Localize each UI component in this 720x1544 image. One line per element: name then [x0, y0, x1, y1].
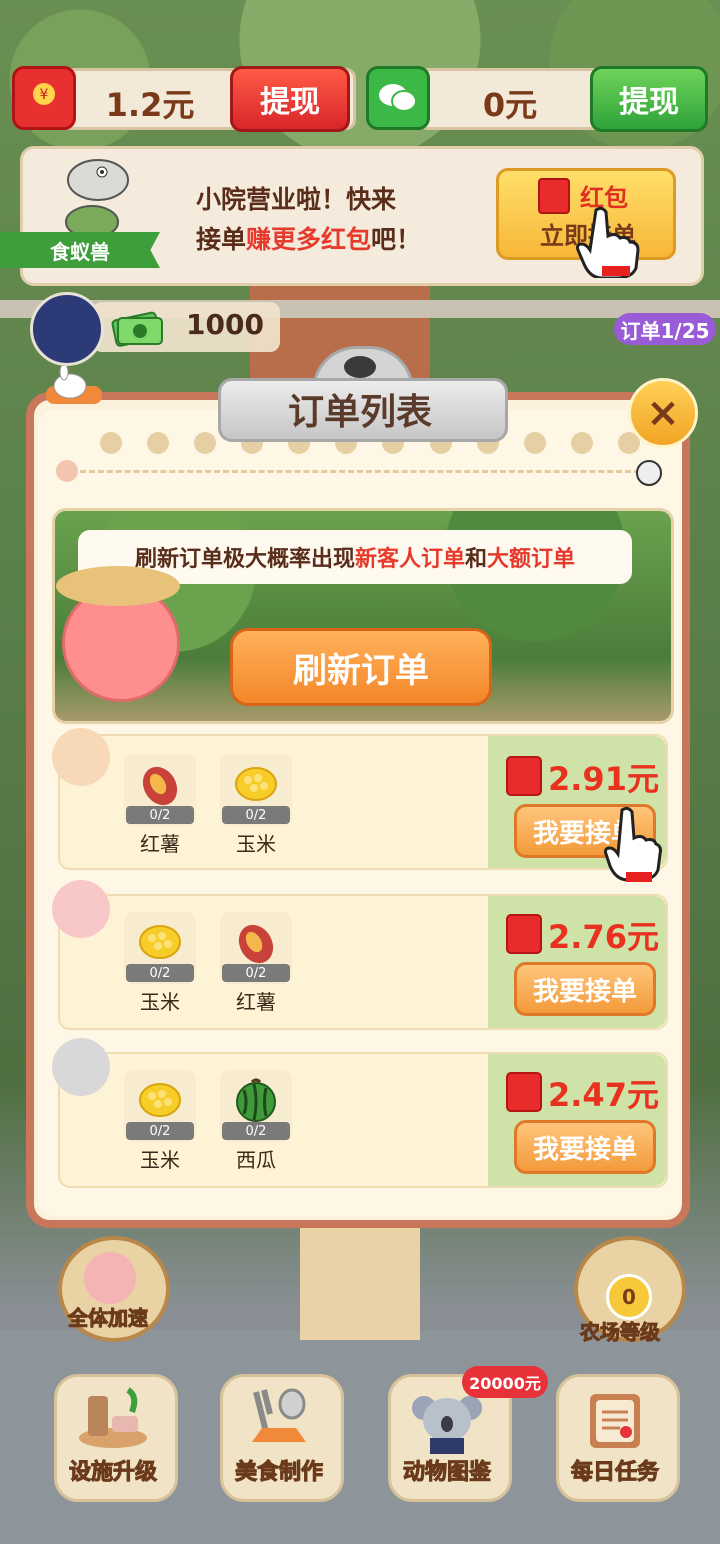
- panel-divider: [80, 470, 640, 473]
- nav-label: 美食制作: [234, 1460, 323, 1486]
- nav-label: 设施升级: [68, 1460, 157, 1486]
- close-icon: ×: [646, 390, 680, 436]
- redpack-withdraw-button[interactable]: 提现: [230, 66, 350, 132]
- accept-order-button[interactable]: 我要接单: [514, 962, 656, 1016]
- item-name: 玉米: [236, 832, 276, 856]
- panel-title: 订单列表: [287, 392, 432, 433]
- item-count: 0/2: [222, 1122, 290, 1140]
- farm-level-value: 0: [606, 1274, 652, 1320]
- path: [300, 1220, 420, 1340]
- redpack-icon: [506, 756, 542, 796]
- chair-icon: [76, 1386, 150, 1450]
- cash-icon: [110, 306, 164, 348]
- item-name: 玉米: [140, 990, 180, 1014]
- item-count: 0/2: [126, 806, 194, 824]
- redpack-icon: ¥: [12, 66, 76, 130]
- svg-text:¥: ¥: [40, 87, 49, 103]
- accept-order-button[interactable]: 我要接单: [514, 1120, 656, 1174]
- wechat-amount: 0元: [482, 86, 538, 124]
- item-count: 0/2: [126, 964, 194, 982]
- pointer-hand-icon: [574, 206, 640, 280]
- redpack-icon: [538, 178, 570, 214]
- close-button[interactable]: ×: [628, 378, 698, 448]
- speed-all-label: 全体加速: [68, 1306, 149, 1331]
- watermelon-icon: [232, 1076, 280, 1124]
- pointer-hand-icon: [604, 806, 662, 884]
- order-reward: 2.47元: [548, 1076, 659, 1114]
- coin-amount: 1000: [186, 308, 264, 341]
- rabbit-icon: [40, 363, 106, 406]
- corn-icon: [136, 918, 184, 966]
- order-reward: 2.91元: [548, 760, 659, 798]
- item-name: 西瓜: [236, 1148, 276, 1172]
- wechat-withdraw-button[interactable]: 提现: [590, 66, 708, 132]
- monkey-customer-icon: [52, 728, 110, 786]
- raccoon-customer-icon: [52, 1038, 110, 1096]
- koala-icon: [410, 1394, 484, 1454]
- item-name: 红薯: [236, 990, 276, 1014]
- corn-icon: [136, 1076, 184, 1124]
- item-count: 0/2: [222, 806, 290, 824]
- redpack-amount: 1.2元: [105, 86, 195, 124]
- character-name-ribbon: 食蚁兽: [0, 232, 160, 268]
- item-name: 玉米: [140, 1148, 180, 1172]
- item-count: 0/2: [222, 964, 290, 982]
- panda-icon: [636, 460, 662, 486]
- sweet-potato-icon: [232, 918, 280, 966]
- utensils-icon: [242, 1386, 316, 1450]
- nav-label: 每日任务: [570, 1460, 659, 1486]
- banner-line-1: 小院营业啦！快来: [196, 185, 397, 214]
- panel-clip-hole: [344, 356, 376, 378]
- nav-label: 动物图鉴: [402, 1460, 491, 1486]
- redpack-icon: [506, 1072, 542, 1112]
- order-progress-tag: 订单1/25: [614, 313, 716, 345]
- sweet-potato-icon: [136, 760, 184, 808]
- anteater-icon: [40, 150, 150, 239]
- task-board-icon: [582, 1388, 648, 1450]
- wechat-icon: [366, 66, 430, 130]
- order-reward: 2.76元: [548, 918, 659, 956]
- straw-hat-icon: [56, 566, 180, 606]
- pig-customer-icon: [52, 880, 110, 938]
- farm-level-label: 农场等级: [580, 1320, 661, 1345]
- item-name: 红薯: [140, 832, 180, 856]
- item-count: 0/2: [126, 1122, 194, 1140]
- banner-line-2: 接单赚更多红包吧！: [196, 225, 422, 254]
- clock-pig-icon: [84, 1252, 136, 1304]
- pig-icon: [56, 460, 78, 482]
- corn-icon: [232, 760, 280, 808]
- reward-badge: 20000元: [462, 1366, 548, 1398]
- redpack-icon: [506, 914, 542, 954]
- avatar[interactable]: [30, 292, 104, 366]
- refresh-orders-button[interactable]: 刷新订单: [230, 628, 492, 706]
